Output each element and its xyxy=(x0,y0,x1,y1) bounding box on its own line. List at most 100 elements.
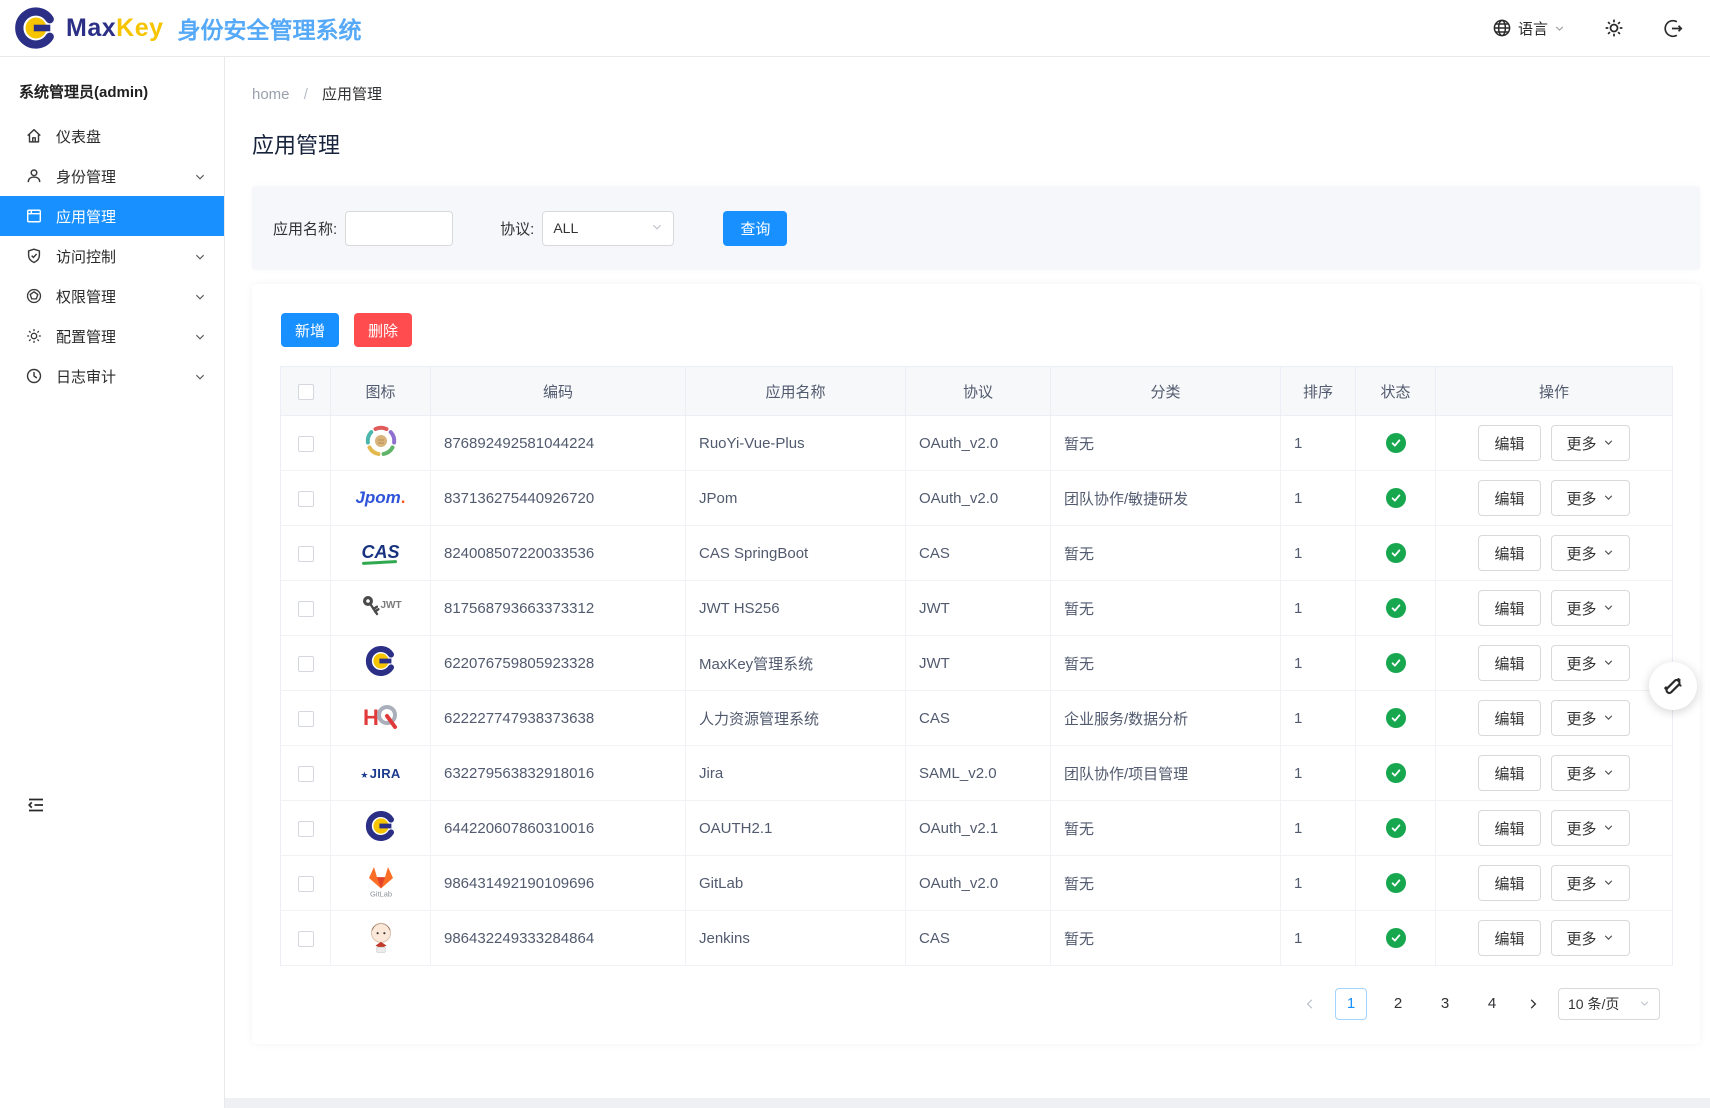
app-name-input[interactable] xyxy=(345,211,453,246)
sidebar-item-identity[interactable]: 身份管理 xyxy=(0,156,224,196)
edit-button[interactable]: 编辑 xyxy=(1478,645,1540,681)
app-name-filter-label: 应用名称: xyxy=(273,218,337,239)
more-button[interactable]: 更多 xyxy=(1551,920,1630,956)
app-protocol: OAuth_v2.0 xyxy=(906,416,1051,471)
page-button-4[interactable]: 4 xyxy=(1476,988,1508,1020)
chevron-down-icon xyxy=(651,220,663,236)
app-code: 986432249333284864 xyxy=(431,911,686,966)
app-code: 986431492190109696 xyxy=(431,856,686,911)
jwt-logo-icon: JWT xyxy=(359,593,401,619)
apps-icon xyxy=(25,207,43,225)
delete-button[interactable]: 删除 xyxy=(354,313,412,347)
search-button[interactable]: 查询 xyxy=(723,211,787,246)
next-page-icon[interactable] xyxy=(1523,988,1543,1020)
more-button[interactable]: 更多 xyxy=(1551,645,1630,681)
jenkins-logo-icon xyxy=(366,919,396,953)
page-button-1[interactable]: 1 xyxy=(1335,988,1367,1020)
audit-icon xyxy=(25,367,43,385)
more-button[interactable]: 更多 xyxy=(1551,810,1630,846)
chevron-down-icon xyxy=(1603,435,1614,452)
logout-icon[interactable] xyxy=(1663,18,1684,39)
column-header-status: 状态 xyxy=(1356,367,1436,416)
page-button-3[interactable]: 3 xyxy=(1429,988,1461,1020)
column-header-icon: 图标 xyxy=(331,367,431,416)
protocol-filter-label: 协议: xyxy=(500,218,534,239)
sidebar-item-access[interactable]: 访问控制 xyxy=(0,236,224,276)
select-all-checkbox[interactable] xyxy=(298,384,314,400)
globe-icon xyxy=(1492,18,1512,38)
jira-logo-icon: ★JIRA xyxy=(360,767,400,780)
more-button[interactable]: 更多 xyxy=(1551,480,1630,516)
chevron-down-icon xyxy=(1603,930,1614,947)
row-checkbox[interactable] xyxy=(298,656,314,672)
status-enabled-icon xyxy=(1386,543,1406,563)
settings-gear-icon[interactable] xyxy=(1603,17,1625,39)
row-checkbox[interactable] xyxy=(298,491,314,507)
sidebar-item-dashboard[interactable]: 仪表盘 xyxy=(0,116,224,156)
prev-page-icon[interactable] xyxy=(1300,988,1320,1020)
breadcrumb-home-link[interactable]: home xyxy=(252,86,290,103)
app-sort-order: 1 xyxy=(1281,416,1356,471)
status-enabled-icon xyxy=(1386,873,1406,893)
brand: MaxKey 身份安全管理系统 xyxy=(14,6,362,50)
ruoyi-logo-icon xyxy=(363,423,399,459)
sidebar-collapse-icon[interactable] xyxy=(26,795,46,815)
sidebar-item-config[interactable]: 配置管理 xyxy=(0,316,224,356)
sidebar-item-label: 应用管理 xyxy=(56,206,206,227)
app-sort-order: 1 xyxy=(1281,526,1356,581)
edit-button[interactable]: 编辑 xyxy=(1478,755,1540,791)
column-header-sort: 排序 xyxy=(1281,367,1356,416)
language-switcher[interactable]: 语言 xyxy=(1492,18,1565,39)
app-sort-order: 1 xyxy=(1281,856,1356,911)
row-checkbox[interactable] xyxy=(298,821,314,837)
row-checkbox[interactable] xyxy=(298,876,314,892)
chevron-down-icon xyxy=(194,250,206,262)
edit-button[interactable]: 编辑 xyxy=(1478,480,1540,516)
access-icon xyxy=(25,247,43,265)
chevron-down-icon xyxy=(194,290,206,302)
edit-button[interactable]: 编辑 xyxy=(1478,700,1540,736)
protocol-select[interactable]: ALL xyxy=(542,211,674,246)
row-checkbox[interactable] xyxy=(298,931,314,947)
more-button[interactable]: 更多 xyxy=(1551,535,1630,571)
chevron-down-icon xyxy=(1603,655,1614,672)
page-button-2[interactable]: 2 xyxy=(1382,988,1414,1020)
sidebar-item-apps[interactable]: 应用管理 xyxy=(0,196,224,236)
dashboard-icon xyxy=(25,127,43,145)
row-checkbox[interactable] xyxy=(298,766,314,782)
row-checkbox[interactable] xyxy=(298,601,314,617)
edit-button[interactable]: 编辑 xyxy=(1478,535,1540,571)
more-button[interactable]: 更多 xyxy=(1551,700,1630,736)
maxkey-logo-icon xyxy=(365,645,397,677)
row-checkbox[interactable] xyxy=(298,546,314,562)
sidebar-item-audit[interactable]: 日志审计 xyxy=(0,356,224,396)
table-header-row: 图标 编码 应用名称 协议 分类 排序 状态 操作 xyxy=(281,367,1673,416)
app-sort-order: 1 xyxy=(1281,471,1356,526)
breadcrumb: home / 应用管理 xyxy=(225,57,1710,104)
sidebar-item-permission[interactable]: 权限管理 xyxy=(0,276,224,316)
more-button[interactable]: 更多 xyxy=(1551,425,1630,461)
more-button[interactable]: 更多 xyxy=(1551,865,1630,901)
more-button[interactable]: 更多 xyxy=(1551,755,1630,791)
edit-button[interactable]: 编辑 xyxy=(1478,810,1540,846)
hr-logo-icon: H xyxy=(362,701,400,731)
edit-button[interactable]: 编辑 xyxy=(1478,425,1540,461)
table-row: GitLab 986431492190109696 GitLab OAuth_v… xyxy=(281,856,1673,911)
column-header-name: 应用名称 xyxy=(686,367,906,416)
chevron-down-icon xyxy=(1603,710,1614,727)
row-checkbox[interactable] xyxy=(298,436,314,452)
add-button[interactable]: 新增 xyxy=(281,313,339,347)
language-label: 语言 xyxy=(1518,18,1548,39)
row-checkbox[interactable] xyxy=(298,711,314,727)
edit-button[interactable]: 编辑 xyxy=(1478,590,1540,626)
edit-button[interactable]: 编辑 xyxy=(1478,865,1540,901)
magic-wand-icon xyxy=(1661,674,1685,698)
app-name: 人力资源管理系统 xyxy=(686,691,906,746)
magic-wand-floating-button[interactable] xyxy=(1649,662,1697,710)
app-category: 企业服务/数据分析 xyxy=(1051,691,1281,746)
column-header-category: 分类 xyxy=(1051,367,1281,416)
svg-text:GitLab: GitLab xyxy=(369,890,391,899)
more-button[interactable]: 更多 xyxy=(1551,590,1630,626)
page-size-select[interactable]: 10 条/页 xyxy=(1558,988,1660,1020)
edit-button[interactable]: 编辑 xyxy=(1478,920,1540,956)
